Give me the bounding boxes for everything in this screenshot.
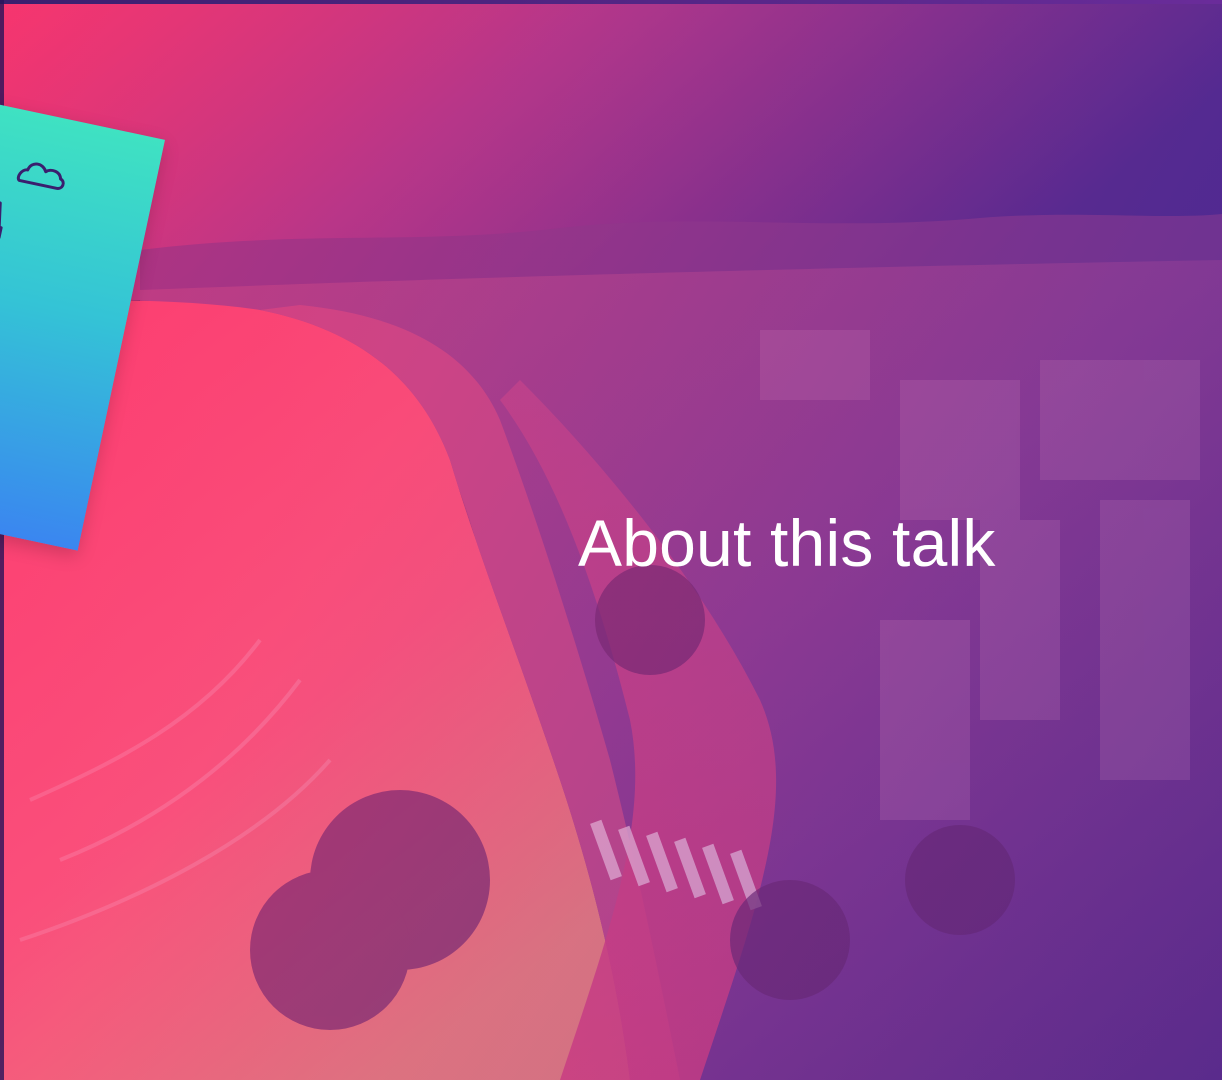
lighthouse-icon	[0, 197, 3, 239]
slide-title: About this talk	[578, 506, 996, 580]
cloud-icon	[16, 162, 65, 190]
slide: About this talk	[0, 0, 1222, 1080]
top-border	[0, 0, 1222, 4]
